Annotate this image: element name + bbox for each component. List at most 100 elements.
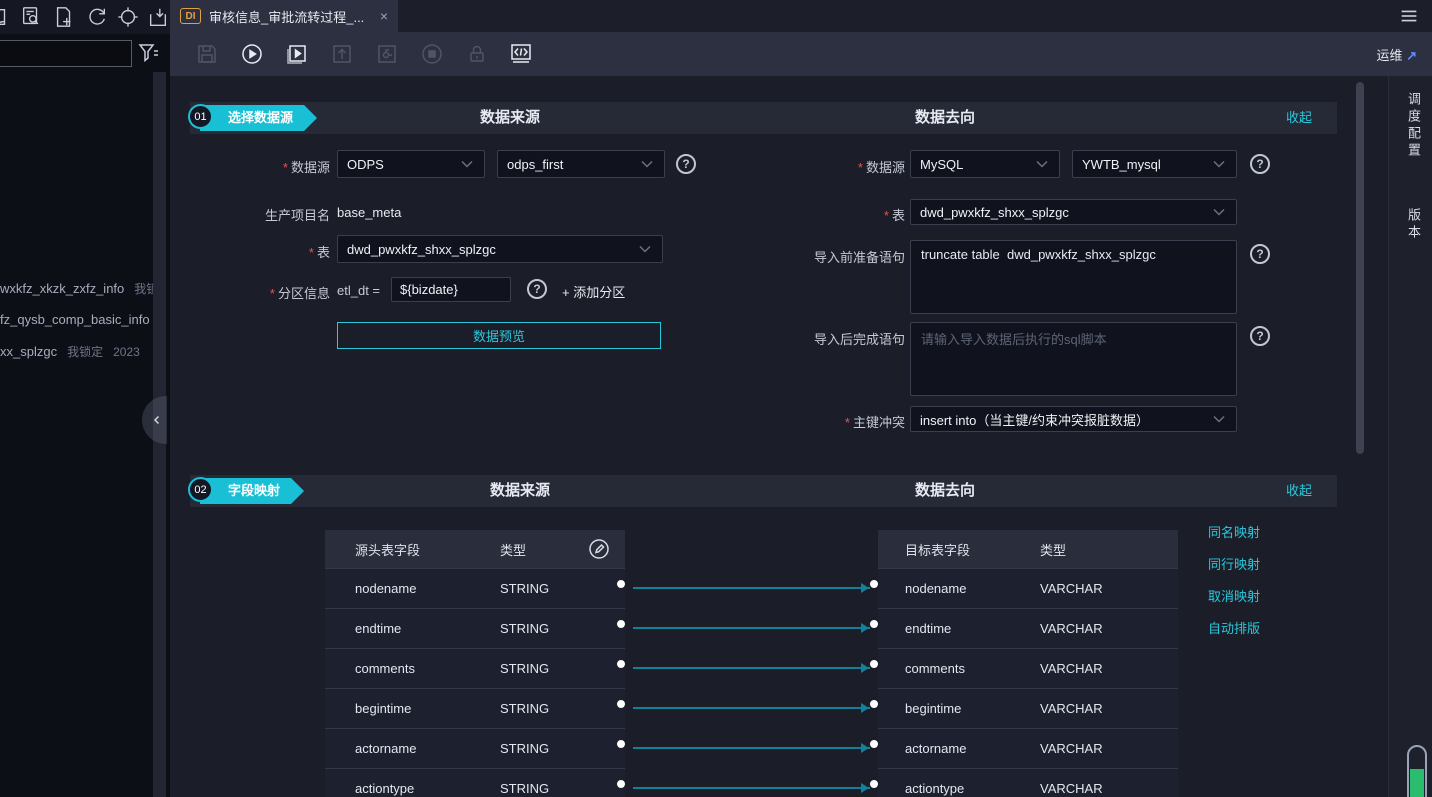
di-badge: DI xyxy=(180,8,201,24)
conflict-select[interactable]: insert into（当主键/约束冲突报脏数据） xyxy=(910,406,1237,432)
table-row[interactable]: begintime STRING xyxy=(325,688,625,728)
tab-di-task[interactable]: DI 审核信息_审批流转过程_... × xyxy=(170,0,398,32)
source-name-select[interactable]: odps_first xyxy=(497,150,665,178)
add-partition-link[interactable]: + 添加分区 xyxy=(562,282,625,301)
table-row[interactable]: endtime STRING xyxy=(325,608,625,648)
app-window: wxkfz_xkzk_zxfz_info 我锁定 fz_qysb_comp_bas… xyxy=(0,0,1432,797)
col-header-field: 源头表字段 xyxy=(355,542,421,558)
source-port[interactable] xyxy=(617,660,625,668)
dest-port[interactable] xyxy=(870,620,878,628)
map-auto-layout-link[interactable]: 自动排版 xyxy=(1208,618,1260,638)
table-row[interactable]: comments STRING xyxy=(325,648,625,688)
help-icon[interactable]: ? xyxy=(1250,154,1270,174)
dest-port[interactable] xyxy=(870,660,878,668)
help-icon[interactable]: ? xyxy=(1250,244,1270,264)
locate-icon[interactable] xyxy=(117,6,139,28)
chevron-down-icon xyxy=(461,160,475,168)
data-preview-button[interactable]: 数据预览 xyxy=(337,322,661,349)
table-row[interactable]: nodename VARCHAR xyxy=(878,568,1178,608)
table-row[interactable]: endtime VARCHAR xyxy=(878,608,1178,648)
vertical-scrollbar-thumb[interactable] xyxy=(1356,82,1364,454)
tab-schedule-config[interactable]: 调度配置 xyxy=(1404,92,1423,160)
source-port[interactable] xyxy=(617,700,625,708)
table-row[interactable]: nodename STRING xyxy=(325,568,625,608)
list-item[interactable]: xx_splzgc 我锁定 2023 xyxy=(0,343,153,361)
main-content: 01 选择数据源 数据来源 数据去向 收起 * 数据源 ODPS odps_fir… xyxy=(170,76,1388,797)
import-icon[interactable] xyxy=(147,6,169,28)
source-type-select[interactable]: ODPS xyxy=(337,150,485,178)
col-header-field: 目标表字段 xyxy=(905,542,971,558)
doc-search-icon[interactable] xyxy=(20,6,42,28)
panel-collapse-handle[interactable] xyxy=(142,396,167,444)
smoke-test-icon[interactable] xyxy=(375,42,399,66)
dest-header: 数据去向 xyxy=(914,109,975,126)
node-date: 2023 xyxy=(113,345,140,359)
resource-level-fill xyxy=(1410,769,1424,797)
run-icon[interactable] xyxy=(240,42,264,66)
source-port[interactable] xyxy=(617,780,625,788)
node-name: wxkfz_xkzk_zxfz_info xyxy=(0,281,125,296)
refresh-icon[interactable] xyxy=(86,6,108,28)
save-icon[interactable] xyxy=(195,42,219,66)
source-port[interactable] xyxy=(617,620,625,628)
mapping-arrow xyxy=(861,663,869,673)
collapse-link[interactable]: 收起 xyxy=(1286,102,1312,134)
post-sql-textarea[interactable] xyxy=(910,322,1237,396)
dest-name-select[interactable]: YWTB_mysql xyxy=(1072,150,1237,178)
help-icon[interactable]: ? xyxy=(676,154,696,174)
tab-version[interactable]: 版本 xyxy=(1404,208,1423,242)
table-row[interactable]: actiontype VARCHAR xyxy=(878,768,1178,797)
edit-fields-icon[interactable] xyxy=(587,537,611,561)
step2-number-badge: 02 xyxy=(188,477,213,502)
dest-table-select[interactable]: dwd_pwxkfz_shxx_splzgc xyxy=(910,199,1237,225)
ops-center-link[interactable]: 运维 ↗ xyxy=(1376,45,1417,64)
table-row[interactable]: comments VARCHAR xyxy=(878,648,1178,688)
mapping-line xyxy=(633,707,870,709)
tab-close-icon[interactable]: × xyxy=(380,8,388,24)
table-row[interactable]: actorname VARCHAR xyxy=(878,728,1178,768)
pre-sql-label: 导入前准备语句 xyxy=(813,250,905,265)
advanced-run-icon[interactable] xyxy=(285,42,309,66)
dest-type-select[interactable]: MySQL xyxy=(910,150,1060,178)
submit-icon[interactable] xyxy=(330,42,354,66)
mapping-arrow xyxy=(861,783,869,793)
source-table-label: * 表 xyxy=(308,245,330,260)
tab-bar: DI 审核信息_审批流转过程_... × xyxy=(170,0,1432,32)
filter-funnel-icon[interactable] xyxy=(137,41,161,65)
list-item[interactable]: wxkfz_xkzk_zxfz_info 我锁定 xyxy=(0,280,153,298)
source-port[interactable] xyxy=(617,580,625,588)
source-table-select[interactable]: dwd_pwxkfz_shxx_splzgc xyxy=(337,235,663,263)
table-row[interactable]: begintime VARCHAR xyxy=(878,688,1178,728)
partition-key: etl_dt = xyxy=(337,283,381,298)
chevron-down-icon xyxy=(641,160,655,168)
map-same-row-link[interactable]: 同行映射 xyxy=(1208,554,1260,574)
mapping-arrow xyxy=(861,743,869,753)
project-value: base_meta xyxy=(337,205,402,220)
table-row[interactable]: actorname STRING xyxy=(325,728,625,768)
partition-value-input[interactable] xyxy=(391,277,511,302)
collapse-link[interactable]: 收起 xyxy=(1286,475,1312,507)
source-datasource-label: * 数据源 xyxy=(282,160,330,175)
source-port[interactable] xyxy=(617,740,625,748)
list-item[interactable]: fz_qysb_comp_basic_info xyxy=(0,312,153,330)
left-file-panel: wxkfz_xkzk_zxfz_info 我锁定 fz_qysb_comp_bas… xyxy=(0,0,170,797)
dest-port[interactable] xyxy=(870,700,878,708)
search-input[interactable] xyxy=(0,40,132,67)
node-lock-status: 我锁定 xyxy=(67,345,104,359)
help-icon[interactable]: ? xyxy=(1250,326,1270,346)
file-plus-icon[interactable] xyxy=(53,6,75,28)
hamburger-menu-icon[interactable] xyxy=(1398,5,1420,27)
dest-table-header: 目标表字段 类型 xyxy=(878,530,1178,568)
lock-icon[interactable] xyxy=(465,42,489,66)
pre-sql-textarea[interactable] xyxy=(910,240,1237,314)
map-cancel-link[interactable]: 取消映射 xyxy=(1208,586,1260,606)
help-icon[interactable]: ? xyxy=(527,279,547,299)
dest-port[interactable] xyxy=(870,780,878,788)
dest-port[interactable] xyxy=(870,580,878,588)
clipped-icon[interactable] xyxy=(0,6,10,28)
table-row[interactable]: actiontype STRING xyxy=(325,768,625,797)
dest-port[interactable] xyxy=(870,740,878,748)
map-same-name-link[interactable]: 同名映射 xyxy=(1208,522,1260,542)
stop-icon[interactable] xyxy=(420,42,444,66)
code-mode-icon[interactable] xyxy=(509,42,533,66)
